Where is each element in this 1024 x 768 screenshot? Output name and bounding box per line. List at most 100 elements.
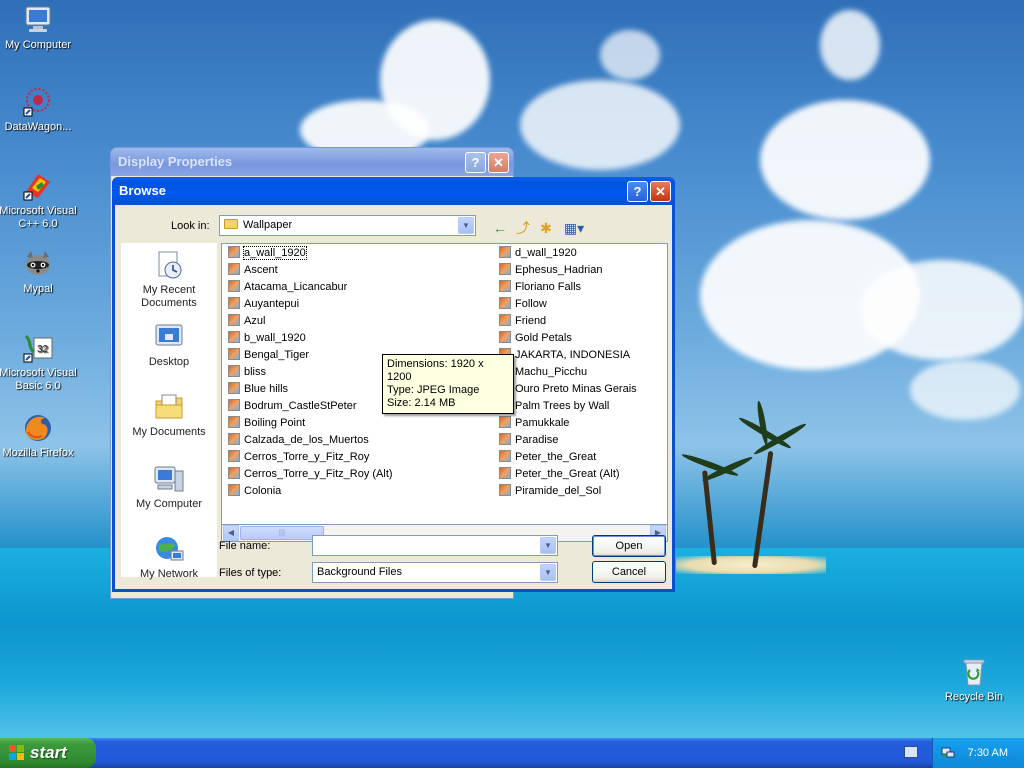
up-folder-icon: ⤴ (516, 220, 530, 236)
file-name: Pamukkale (515, 417, 570, 429)
desktop-icon-recycle-bin[interactable]: Recycle Bin (934, 656, 1014, 704)
list-item[interactable]: Follow (495, 296, 637, 313)
place-desktop[interactable]: Desktop (121, 321, 217, 369)
list-item[interactable]: Ephesus_Hadrian (495, 262, 637, 279)
file-name-field[interactable]: ▼ (312, 535, 558, 556)
list-item[interactable]: Auyantepui (224, 296, 393, 313)
back-button[interactable]: ← (490, 218, 510, 238)
list-item[interactable]: Atacama_Licancabur (224, 279, 393, 296)
list-item[interactable]: Floriano Falls (495, 279, 637, 296)
desktop-icon-label: Mypal (23, 283, 53, 295)
tooltip-size: Size: 2.14 MB (387, 397, 456, 409)
open-button[interactable]: Open (592, 535, 666, 557)
chevron-down-icon[interactable]: ▼ (458, 217, 474, 234)
jpeg-file-icon (499, 297, 511, 309)
list-item[interactable]: Colonia (224, 483, 393, 500)
clock[interactable]: 7:30 AM (968, 747, 1008, 759)
desktop-icon-my-computer[interactable]: My Computer (0, 4, 78, 52)
place-my-documents[interactable]: My Documents (121, 391, 217, 439)
list-item[interactable]: Bodrum_CastleStPeter (224, 398, 393, 415)
place-label: My Recent Documents (141, 284, 197, 309)
network-connection-icon[interactable] (941, 745, 955, 759)
browse-dialog[interactable]: Browse ? ✕ Look in: Wallpaper ▼ ← ⤴ ✱ ▦▾… (112, 177, 675, 592)
desktop-icon-firefox[interactable]: Mozilla Firefox (0, 412, 78, 460)
list-item[interactable]: Piramide_del_Sol (495, 483, 637, 500)
list-item[interactable]: Cerros_Torre_y_Fitz_Roy (Alt) (224, 466, 393, 483)
file-name: Palm Trees by Wall (515, 400, 610, 412)
jpeg-file-icon (228, 433, 240, 445)
display-properties-titlebar[interactable]: Display Properties ? ✕ (111, 148, 513, 176)
my-network-icon (156, 537, 184, 561)
up-one-level-button[interactable]: ⤴ (513, 218, 533, 238)
look-in-combo[interactable]: Wallpaper ▼ (219, 215, 476, 236)
jpeg-file-icon (499, 246, 511, 258)
list-item[interactable]: a_wall_1920 (224, 245, 393, 262)
dialog-title: Browse (119, 183, 166, 198)
desktop-icon-visual-basic[interactable]: 32 Microsoft Visual Basic 6.0 (0, 332, 78, 393)
list-item[interactable]: JAKARTA, INDONESIA (495, 347, 637, 364)
file-name: Follow (515, 298, 547, 310)
file-list[interactable]: a_wall_1920 Ascent Atacama_Licancabur Au… (221, 243, 668, 525)
window-title: Display Properties (118, 154, 233, 169)
desktop-icon-visual-cpp[interactable]: Microsoft Visual C++ 6.0 (0, 170, 78, 231)
list-item[interactable]: Peter_the_Great (495, 449, 637, 466)
place-my-computer[interactable]: My Computer (121, 463, 217, 511)
list-item[interactable]: Machu_Picchu (495, 364, 637, 381)
file-name: Calzada_de_los_Muertos (244, 434, 369, 446)
list-item[interactable]: Palm Trees by Wall (495, 398, 637, 415)
list-item[interactable]: Bengal_Tiger (224, 347, 393, 364)
place-my-network[interactable]: My Network (121, 533, 217, 581)
list-item[interactable]: Ouro Preto Minas Gerais (495, 381, 637, 398)
jpeg-file-icon (228, 348, 240, 360)
list-item[interactable]: b_wall_1920 (224, 330, 393, 347)
create-new-folder-button[interactable]: ✱ (536, 218, 556, 238)
jpeg-file-icon (499, 263, 511, 275)
keyboard-icon[interactable] (904, 746, 918, 758)
cancel-button[interactable]: Cancel (592, 561, 666, 583)
start-button[interactable]: start (0, 738, 96, 768)
browse-titlebar[interactable]: Browse ? ✕ (112, 177, 675, 205)
list-item[interactable]: d_wall_1920 (495, 245, 637, 262)
files-of-type-select[interactable]: Background Files ▼ (312, 562, 558, 583)
visual-basic-icon: 32 (23, 334, 53, 363)
close-icon: ✕ (493, 155, 504, 170)
help-button[interactable]: ? (465, 152, 486, 173)
list-item[interactable]: Gold Petals (495, 330, 637, 347)
view-menu-button[interactable]: ▦▾ (561, 218, 587, 238)
jpeg-file-icon (228, 467, 240, 479)
new-folder-icon: ✱ (540, 220, 552, 236)
list-item[interactable]: Blue hills (224, 381, 393, 398)
list-item[interactable]: Paradise (495, 432, 637, 449)
list-item[interactable]: bliss (224, 364, 393, 381)
close-button[interactable]: ✕ (650, 181, 671, 202)
file-name: JAKARTA, INDONESIA (515, 349, 631, 361)
desktop-icon-mypal[interactable]: Mypal (0, 248, 78, 296)
list-item[interactable]: Ascent (224, 262, 393, 279)
places-bar: My Recent Documents Desktop My Documents (121, 243, 217, 580)
scroll-left-button[interactable]: ◀ (223, 525, 239, 541)
list-item[interactable]: Friend (495, 313, 637, 330)
list-item[interactable]: Azul (224, 313, 393, 330)
list-item[interactable]: Calzada_de_los_Muertos (224, 432, 393, 449)
file-name-label: File name: (219, 540, 271, 552)
list-item[interactable]: Cerros_Torre_y_Fitz_Roy (224, 449, 393, 466)
file-name: Ephesus_Hadrian (515, 264, 603, 276)
desktop-icon-datawagon[interactable]: DataWagon... (0, 86, 78, 134)
file-name: Friend (515, 315, 547, 327)
close-button[interactable]: ✕ (488, 152, 509, 173)
help-button[interactable]: ? (627, 181, 648, 202)
file-name: Atacama_Licancabur (244, 281, 348, 293)
desktop-icon-label: Mozilla Firefox (2, 447, 74, 459)
place-recent-documents[interactable]: My Recent Documents (121, 249, 217, 310)
list-item[interactable]: Peter_the_Great (Alt) (495, 466, 637, 483)
chevron-down-icon[interactable]: ▼ (540, 564, 556, 581)
place-label: My Computer (135, 498, 203, 510)
list-item[interactable]: Boiling Point (224, 415, 393, 432)
file-name: Bodrum_CastleStPeter (244, 400, 357, 412)
place-label: My Network (139, 568, 199, 580)
list-item[interactable]: Pamukkale (495, 415, 637, 432)
file-name: Ascent (244, 264, 278, 276)
chevron-left-icon: ◀ (227, 528, 235, 537)
chevron-down-icon[interactable]: ▼ (540, 537, 556, 554)
desktop-icon-label: My Computer (4, 39, 72, 51)
